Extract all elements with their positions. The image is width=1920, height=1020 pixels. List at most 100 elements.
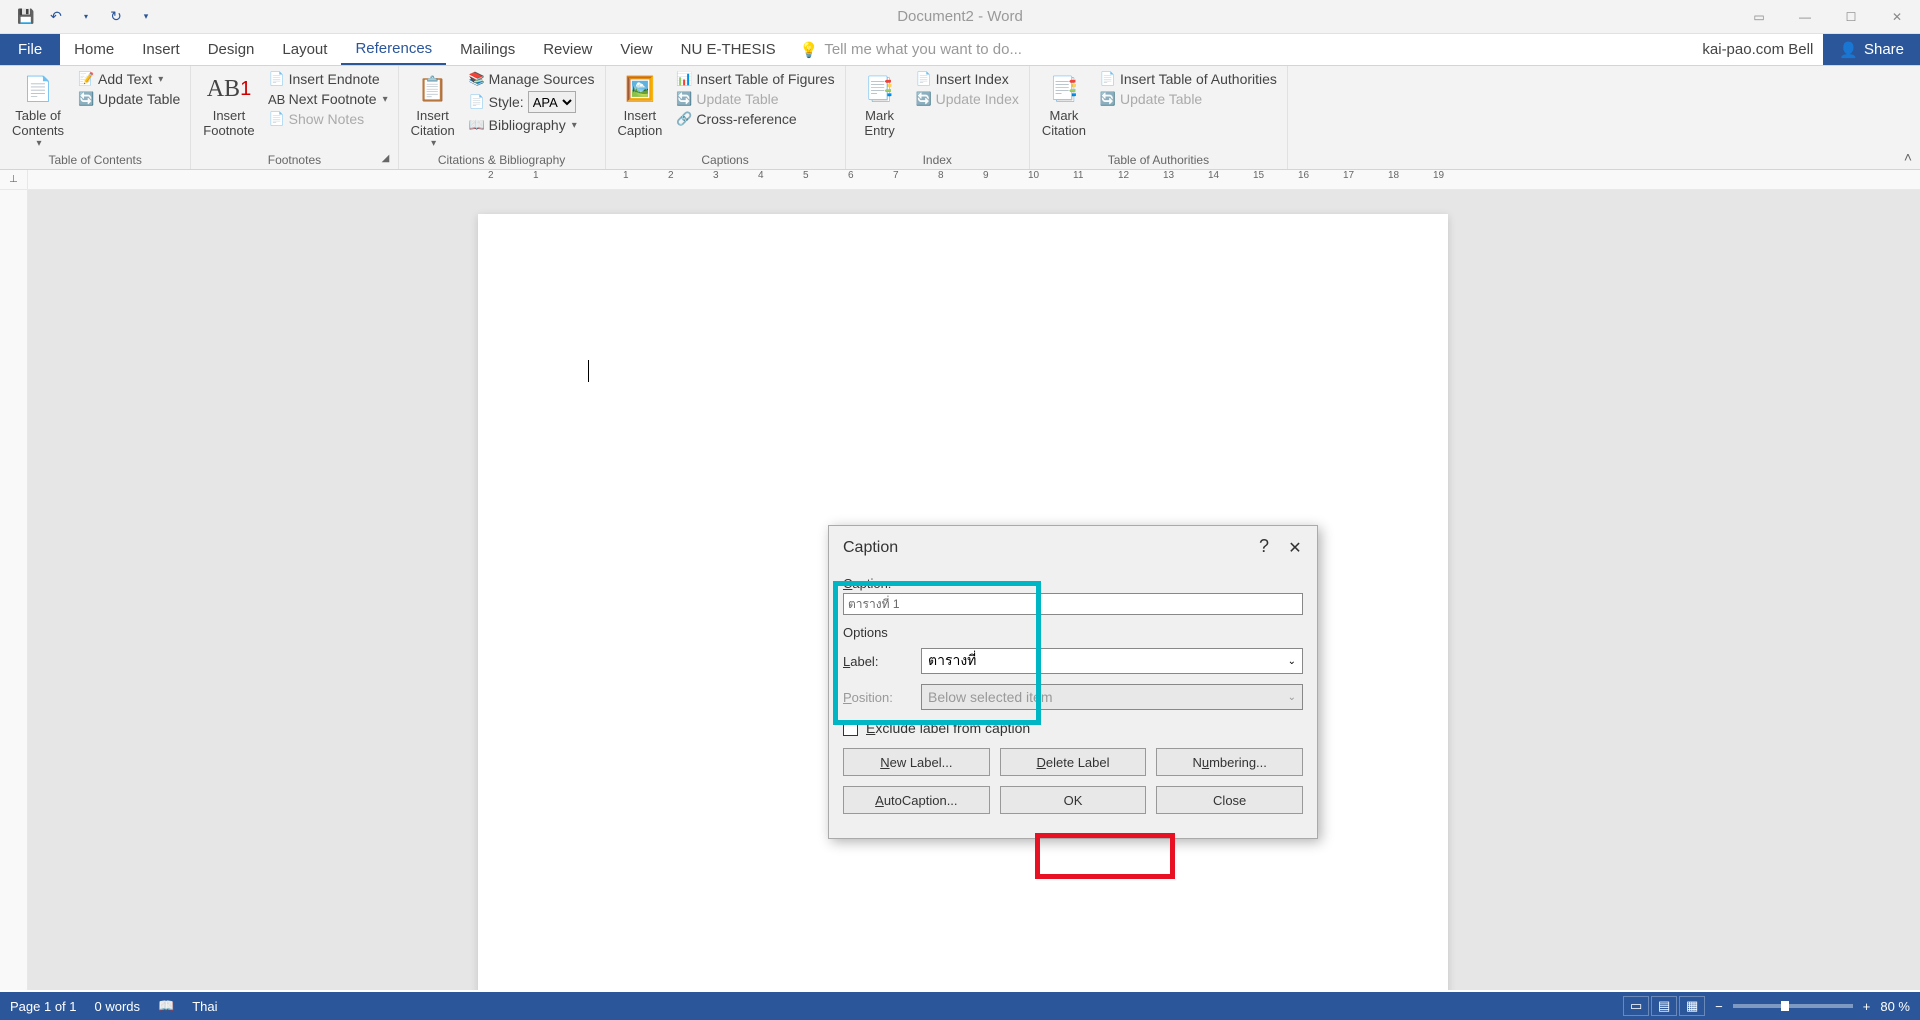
- insert-caption-button[interactable]: 🖼️ Insert Caption: [612, 70, 669, 151]
- tab-home[interactable]: Home: [60, 34, 128, 65]
- close-button[interactable]: Close: [1156, 786, 1303, 814]
- add-text-button[interactable]: 📝Add Text▾: [74, 70, 184, 88]
- undo-icon[interactable]: ↶: [45, 6, 67, 28]
- dialog-title-bar[interactable]: Caption ? ✕: [829, 526, 1317, 570]
- close-window-icon[interactable]: ✕: [1874, 2, 1920, 32]
- insert-index-button[interactable]: 📄Insert Index: [912, 70, 1023, 88]
- chevron-down-icon: ▾: [431, 138, 436, 149]
- insert-table-figures-button[interactable]: 📊Insert Table of Figures: [672, 70, 838, 88]
- undo-dropdown-icon[interactable]: ▾: [75, 6, 97, 28]
- tell-me-search[interactable]: 💡 Tell me what you want to do...: [800, 34, 1022, 65]
- ribbon-tabs: File Home Insert Design Layout Reference…: [0, 34, 1920, 66]
- ruler-mark: 8: [938, 170, 983, 181]
- dialog-close-icon[interactable]: ✕: [1283, 536, 1307, 560]
- ruler-mark: 18: [1388, 170, 1433, 181]
- mark-entry-label: Mark Entry: [864, 108, 894, 138]
- ruler-corner[interactable]: ⊥: [0, 170, 28, 189]
- mark-entry-button[interactable]: 📑 Mark Entry: [852, 70, 908, 151]
- insert-toa-icon: 📄: [1100, 71, 1116, 87]
- zoom-slider[interactable]: [1733, 1004, 1853, 1008]
- collapse-ribbon-icon[interactable]: ˄: [1904, 149, 1912, 165]
- next-footnote-label: Next Footnote: [289, 91, 377, 107]
- page-container[interactable]: Caption ? ✕ Caption: Options Label: ตารา…: [28, 190, 1920, 990]
- tab-insert[interactable]: Insert: [128, 34, 194, 65]
- zoom-level[interactable]: 80 %: [1880, 999, 1910, 1014]
- insert-footnote-button[interactable]: AB1 Insert Footnote: [197, 70, 260, 151]
- citation-style-row: 📄Style: APA: [465, 90, 599, 114]
- exclude-checkbox[interactable]: [843, 721, 858, 736]
- tab-design[interactable]: Design: [194, 34, 269, 65]
- page-status[interactable]: Page 1 of 1: [10, 999, 77, 1014]
- group-label-captions: Captions: [612, 151, 839, 169]
- mark-citation-button[interactable]: 📑 Mark Citation: [1036, 70, 1092, 151]
- zoom-thumb[interactable]: [1781, 1001, 1789, 1011]
- chevron-down-icon: ⌄: [1288, 656, 1296, 667]
- lightbulb-icon: 💡: [800, 41, 819, 59]
- insert-citation-button[interactable]: 📋 Insert Citation ▾: [405, 70, 461, 151]
- dialog-help-icon[interactable]: ?: [1259, 536, 1269, 557]
- autocaption-button[interactable]: AutoCaption...: [843, 786, 990, 814]
- tab-references[interactable]: References: [341, 34, 446, 65]
- read-mode-icon[interactable]: ▭: [1623, 996, 1649, 1016]
- update-index-button[interactable]: 🔄Update Index: [912, 90, 1023, 108]
- insert-endnote-button[interactable]: 📄Insert Endnote: [265, 70, 392, 88]
- zoom-in-icon[interactable]: +: [1863, 999, 1871, 1014]
- print-layout-icon[interactable]: ▤: [1651, 996, 1677, 1016]
- citation-style-select[interactable]: APA: [528, 91, 576, 113]
- tab-review[interactable]: Review: [529, 34, 606, 65]
- bibliography-button[interactable]: 📖Bibliography▾: [465, 116, 599, 134]
- label-select[interactable]: ตารางที่ ⌄: [921, 648, 1303, 674]
- delete-label-button[interactable]: Delete Label: [1000, 748, 1147, 776]
- spellcheck-icon[interactable]: 📖: [158, 998, 174, 1014]
- crossref-label: Cross-reference: [696, 111, 796, 127]
- ruler-mark: 16: [1298, 170, 1343, 181]
- numbering-button[interactable]: Numbering...: [1156, 748, 1303, 776]
- insert-index-icon: 📄: [916, 71, 932, 87]
- tab-nu-ethesis[interactable]: NU E-THESIS: [667, 34, 790, 65]
- exclude-label-row[interactable]: Exclude label from caption: [843, 720, 1303, 736]
- ruler-mark: 2: [488, 170, 533, 181]
- update-toc-button[interactable]: 🔄Update Table: [74, 90, 184, 108]
- vertical-ruler[interactable]: [0, 190, 28, 990]
- update-toa-button[interactable]: 🔄Update Table: [1096, 90, 1281, 108]
- maximize-icon[interactable]: ☐: [1828, 2, 1874, 32]
- horizontal-ruler[interactable]: 2112345678910111213141516171819: [28, 170, 1920, 189]
- chevron-down-icon: ▾: [383, 94, 388, 105]
- footnote-icon: AB1: [212, 72, 246, 106]
- show-notes-button[interactable]: 📄Show Notes: [265, 110, 392, 128]
- manage-sources-button[interactable]: 📚Manage Sources: [465, 70, 599, 88]
- ribbon-options-icon[interactable]: ▭: [1736, 2, 1782, 32]
- group-citations: 📋 Insert Citation ▾ 📚Manage Sources 📄Sty…: [399, 66, 606, 169]
- caption-input[interactable]: [843, 593, 1303, 615]
- group-footnotes: AB1 Insert Footnote 📄Insert Endnote ABNe…: [191, 66, 398, 169]
- insert-toa-button[interactable]: 📄Insert Table of Authorities: [1096, 70, 1281, 88]
- next-footnote-button[interactable]: ABNext Footnote▾: [265, 90, 392, 108]
- tab-file[interactable]: File: [0, 34, 60, 65]
- tab-layout[interactable]: Layout: [268, 34, 341, 65]
- tab-mailings[interactable]: Mailings: [446, 34, 529, 65]
- save-icon[interactable]: 💾: [15, 6, 37, 28]
- table-of-contents-button[interactable]: 📄 Table of Contents ▾: [6, 70, 70, 151]
- share-button[interactable]: 👤 Share: [1823, 34, 1920, 65]
- insert-citation-label: Insert Citation: [411, 108, 455, 138]
- update-index-label: Update Index: [936, 91, 1019, 107]
- update-captions-button[interactable]: 🔄Update Table: [672, 90, 838, 108]
- qat-customize-icon[interactable]: ▾: [135, 6, 157, 28]
- word-count-status[interactable]: 0 words: [95, 999, 141, 1014]
- minimize-icon[interactable]: —: [1782, 2, 1828, 32]
- caption-dialog: Caption ? ✕ Caption: Options Label: ตารา…: [828, 525, 1318, 839]
- ruler-mark: [578, 170, 623, 181]
- new-label-button[interactable]: New Label...: [843, 748, 990, 776]
- language-status[interactable]: Thai: [192, 999, 217, 1014]
- zoom-out-icon[interactable]: −: [1715, 999, 1723, 1014]
- account-name[interactable]: kai-pao.com Bell: [1702, 34, 1823, 65]
- web-layout-icon[interactable]: ▦: [1679, 996, 1705, 1016]
- mark-entry-icon: 📑: [863, 72, 897, 106]
- cross-reference-button[interactable]: 🔗Cross-reference: [672, 110, 838, 128]
- redo-icon[interactable]: ↻: [105, 6, 127, 28]
- ok-button[interactable]: OK: [1000, 786, 1147, 814]
- insert-caption-label: Insert Caption: [618, 108, 663, 138]
- footnotes-dialog-launcher[interactable]: ◢: [382, 153, 396, 167]
- tab-view[interactable]: View: [606, 34, 666, 65]
- tell-me-placeholder: Tell me what you want to do...: [824, 41, 1022, 58]
